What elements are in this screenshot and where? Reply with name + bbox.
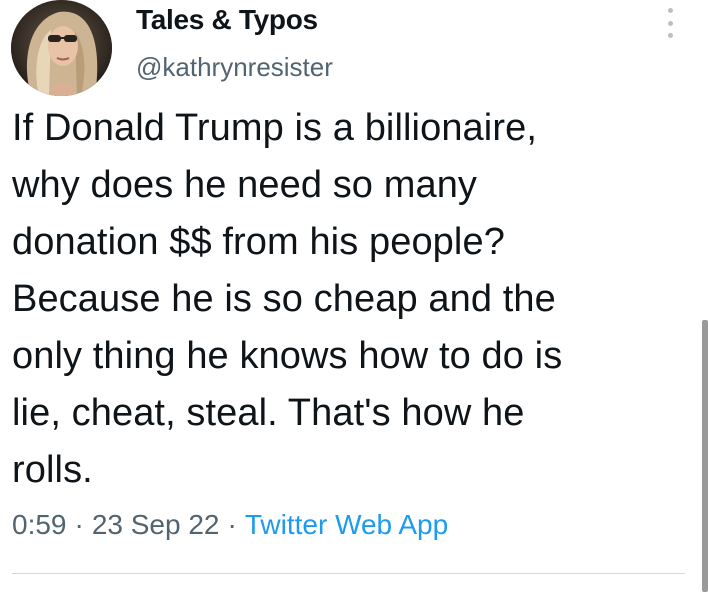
avatar[interactable] — [11, 0, 112, 96]
avatar-image — [11, 0, 112, 96]
more-vertical-icon — [667, 33, 673, 38]
tweet-time[interactable]: 0:59 — [12, 509, 67, 540]
tweet-date[interactable]: 23 Sep 22 — [92, 509, 220, 540]
scrollbar-thumb[interactable] — [702, 320, 708, 592]
meta-separator: · — [74, 509, 84, 540]
more-vertical-icon — [667, 20, 673, 26]
more-options-button[interactable] — [658, 8, 682, 38]
tweet-container: Tales & Typos @kathrynresister If Donald… — [0, 0, 708, 592]
author-display-name[interactable]: Tales & Typos — [136, 4, 318, 36]
tweet-text-line: only thing he knows how to do is — [12, 335, 563, 377]
author-handle[interactable]: @kathrynresister — [136, 52, 333, 83]
tweet-source-link[interactable]: Twitter Web App — [245, 509, 448, 540]
tweet-text-line: donation $$ from his people? — [12, 221, 505, 263]
tweet-text-line: why does he need so many — [12, 164, 478, 206]
tweet-text: If Donald Trump is a billionaire, why do… — [12, 100, 682, 499]
tweet-text-line: If Donald Trump is a billionaire, — [12, 107, 537, 149]
more-vertical-icon — [667, 8, 673, 13]
tweet-text-line: Because he is so cheap and the — [12, 278, 556, 320]
tweet-text-line: rolls. — [12, 449, 93, 491]
divider — [12, 573, 685, 574]
meta-separator: · — [227, 509, 237, 540]
tweet-text-line: lie, cheat, steal. That's how he — [12, 392, 525, 434]
tweet-metadata: 0:59 · 23 Sep 22 · Twitter Web App — [12, 509, 448, 541]
